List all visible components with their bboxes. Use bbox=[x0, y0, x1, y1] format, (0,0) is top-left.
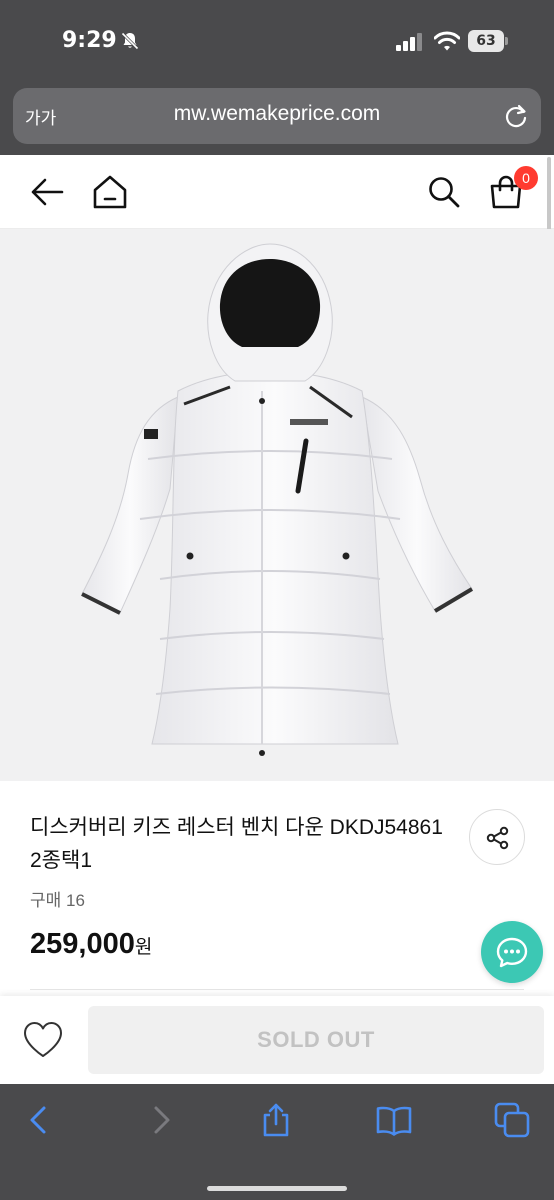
browser-toolbar bbox=[0, 1084, 554, 1200]
battery-level: 63 bbox=[468, 30, 504, 52]
heart-icon[interactable] bbox=[22, 1020, 64, 1060]
cellular-signal-icon bbox=[396, 33, 422, 51]
price-value: 259,000 bbox=[30, 928, 135, 960]
text-size-button[interactable]: 가가 bbox=[25, 104, 56, 129]
product-photo bbox=[81, 243, 474, 756]
search-icon[interactable] bbox=[426, 174, 462, 210]
chat-icon bbox=[496, 937, 528, 968]
price: 259,000원 bbox=[30, 928, 152, 961]
url-text[interactable]: mw.wemakeprice.com bbox=[13, 102, 541, 126]
product-info: 디스커버리 키즈 레스터 벤치 다운 DKDJ54861 2종택1 구매 16 … bbox=[0, 781, 554, 996]
status-bar: 9:29 63 bbox=[0, 0, 554, 80]
product-image[interactable] bbox=[0, 229, 554, 781]
purchase-count: 구매 16 bbox=[30, 891, 85, 910]
status-time: 9:29 bbox=[62, 28, 117, 53]
share-icon[interactable] bbox=[258, 1102, 294, 1138]
purchase-bar: SOLD OUT bbox=[0, 996, 554, 1084]
home-indicator[interactable] bbox=[207, 1186, 347, 1191]
chat-button[interactable] bbox=[481, 921, 543, 983]
browser-address-area: mw.wemakeprice.com 가가 bbox=[0, 80, 554, 155]
sold-out-button[interactable]: SOLD OUT bbox=[88, 1006, 544, 1074]
bookmarks-icon[interactable] bbox=[376, 1102, 412, 1138]
battery-tip bbox=[505, 37, 508, 45]
divider bbox=[30, 989, 524, 990]
battery-icon: 63 bbox=[468, 30, 508, 52]
price-unit: 원 bbox=[134, 937, 153, 958]
cart-count-badge: 0 bbox=[514, 166, 538, 190]
address-bar[interactable]: mw.wemakeprice.com 가가 bbox=[13, 88, 541, 144]
back-icon[interactable] bbox=[22, 1102, 58, 1138]
bell-slash-icon bbox=[121, 32, 139, 50]
back-arrow-icon[interactable] bbox=[30, 175, 64, 209]
product-title: 디스커버리 키즈 레스터 벤치 다운 DKDJ54861 2종택1 bbox=[30, 816, 443, 872]
wifi-icon bbox=[434, 31, 460, 51]
tabs-icon[interactable] bbox=[494, 1102, 530, 1138]
home-icon[interactable] bbox=[92, 174, 128, 210]
share-button[interactable] bbox=[469, 809, 525, 865]
reload-icon[interactable] bbox=[503, 102, 529, 130]
app-header bbox=[0, 155, 554, 229]
share-icon bbox=[486, 826, 509, 850]
forward-icon[interactable] bbox=[142, 1102, 178, 1138]
